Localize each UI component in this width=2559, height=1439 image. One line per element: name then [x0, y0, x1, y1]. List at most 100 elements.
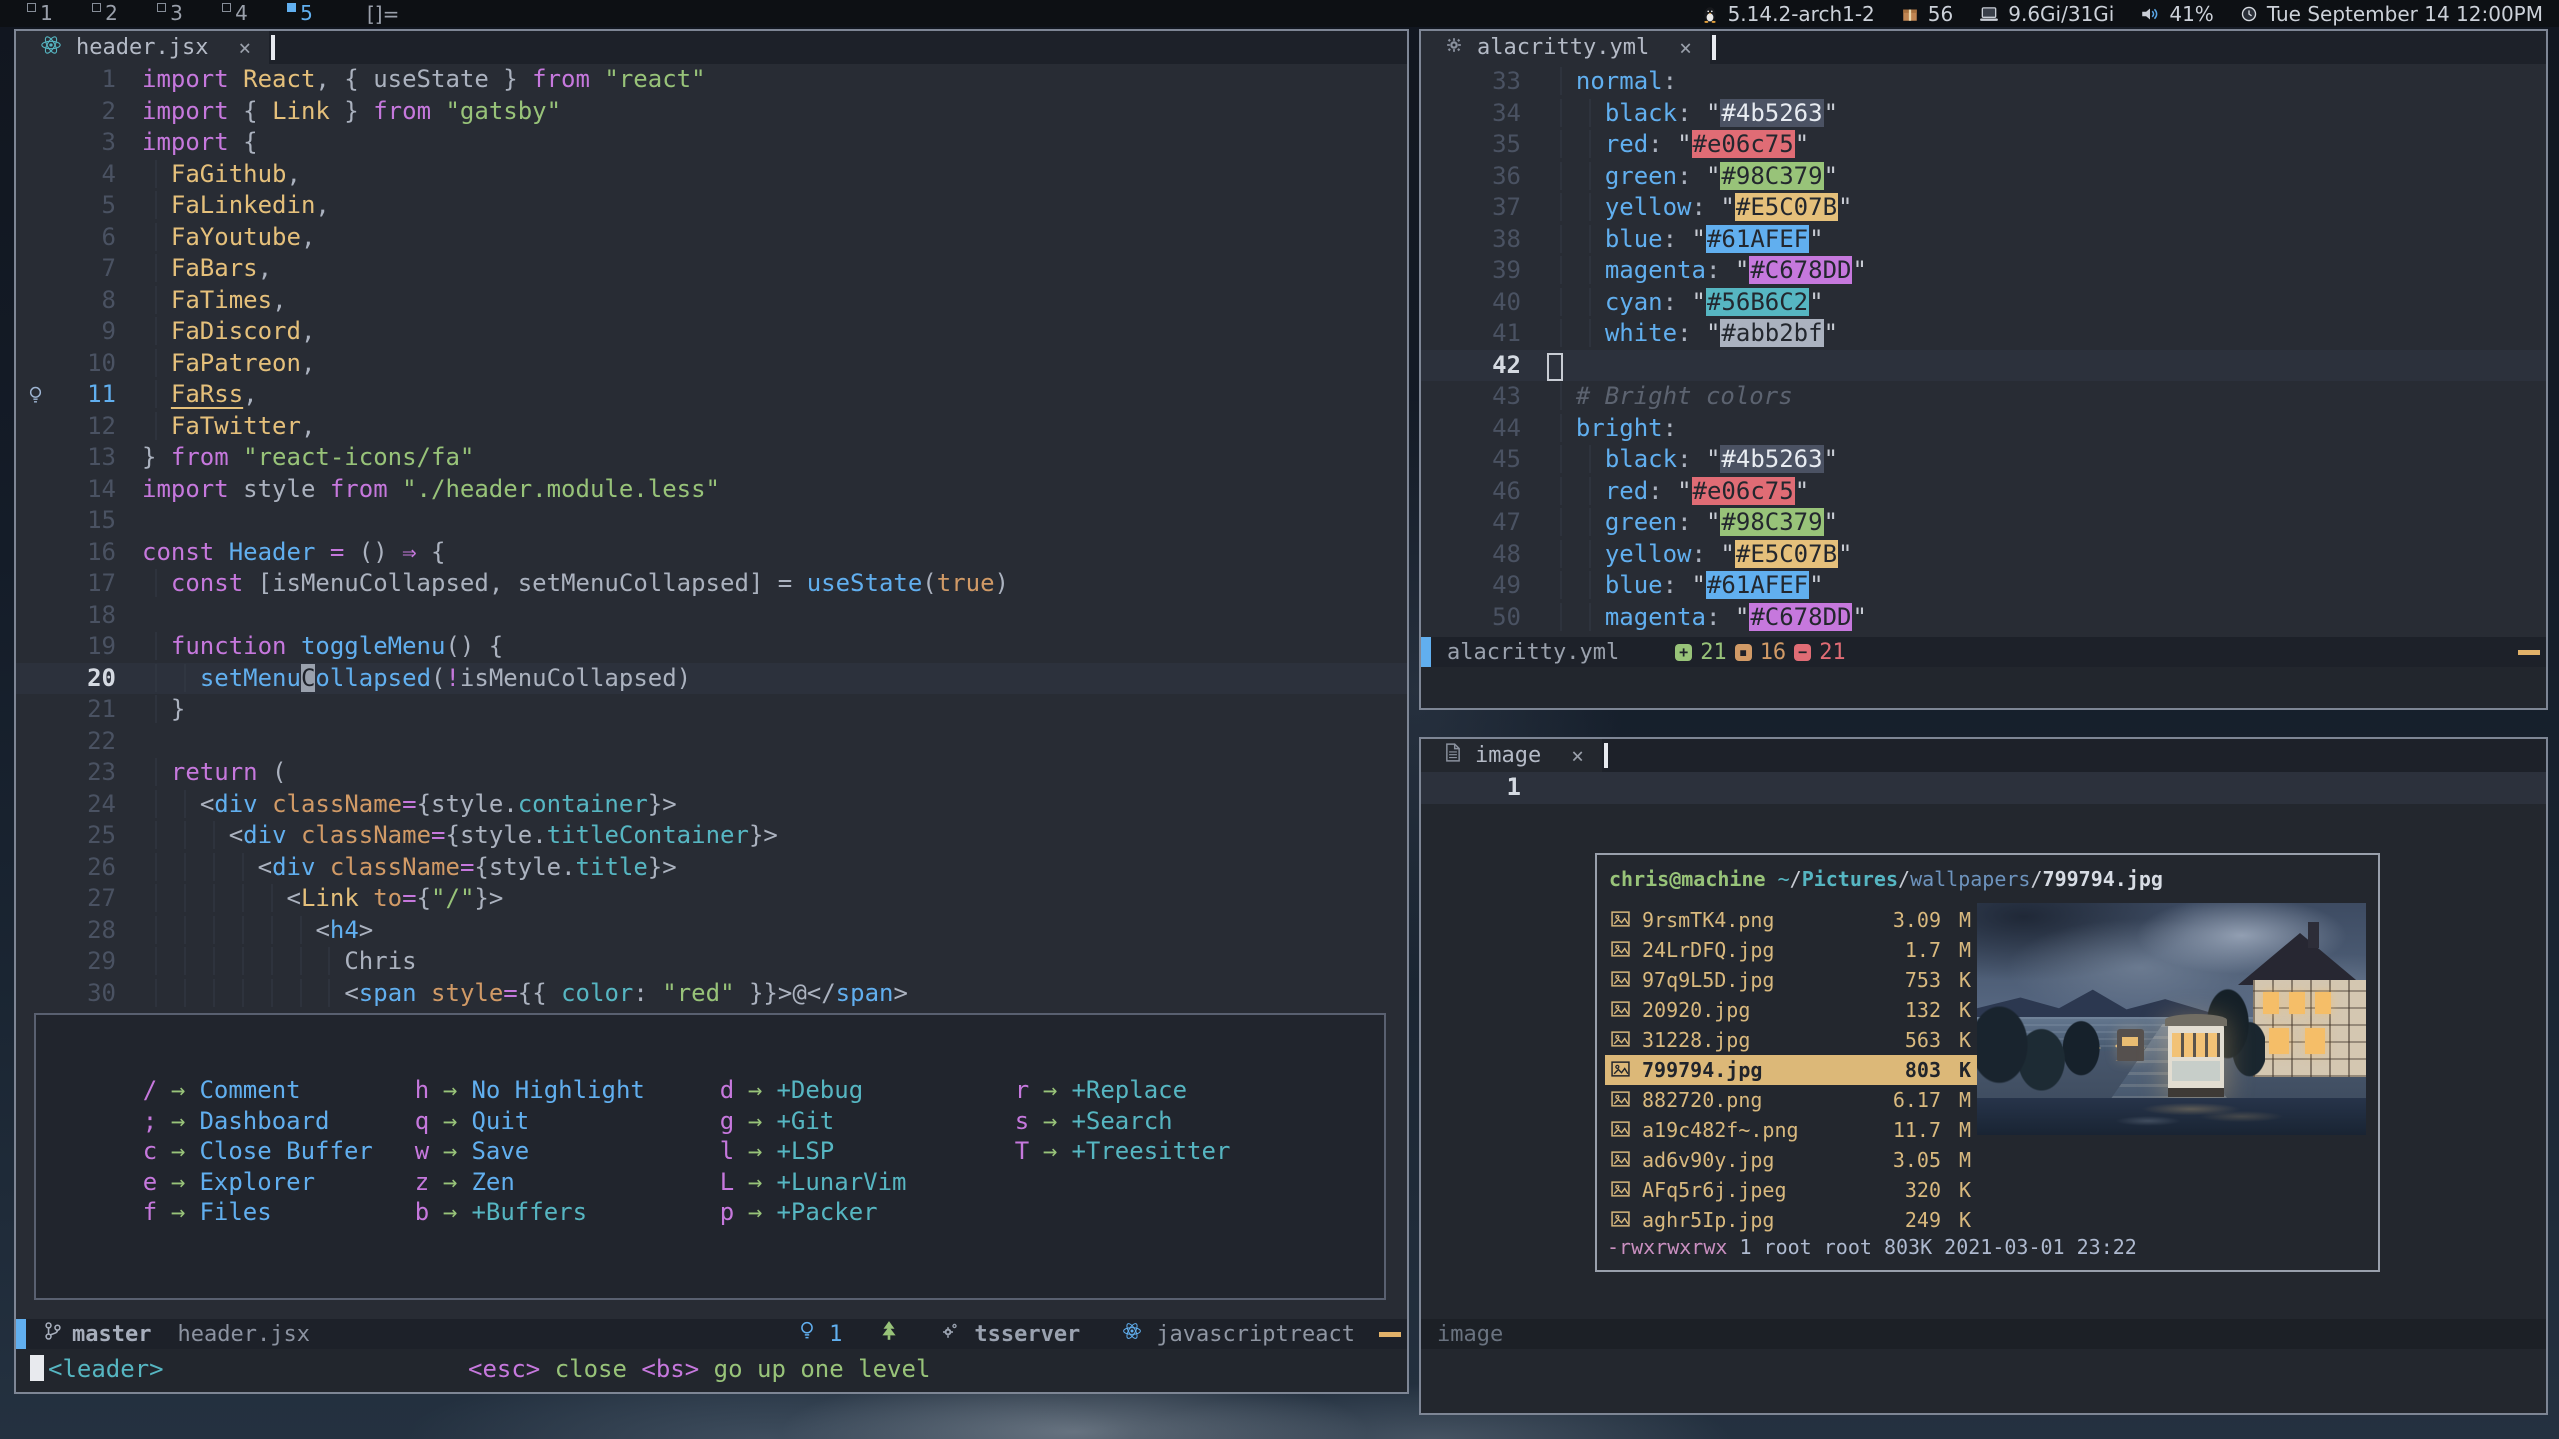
code-line-23[interactable]: 23 return (	[16, 757, 1407, 789]
which-key-item[interactable]: d→+Debug	[718, 1075, 907, 1106]
code-line-25[interactable]: 25 <div className={style.titleContainer}…	[16, 820, 1407, 852]
code-line-14[interactable]: 14import style from "./header.module.les…	[16, 474, 1407, 506]
code-line-3[interactable]: 3import {	[16, 127, 1407, 159]
which-key-item[interactable]: ;→Dashboard	[141, 1106, 373, 1137]
code-line-17[interactable]: 17 const [isMenuCollapsed, setMenuCollap…	[16, 568, 1407, 600]
code-text: yellow: "#E5C07B"	[1547, 192, 1852, 224]
code-line-1[interactable]: 1import React, { useState } from "react"	[16, 64, 1407, 96]
tab-image[interactable]: image ×	[1421, 739, 1602, 772]
code-line-16[interactable]: 16const Header = () ⇒ {	[16, 537, 1407, 569]
workspace-tag-5[interactable]: 5	[274, 0, 339, 27]
code-line-50[interactable]: 50 magenta: "#C678DD"	[1421, 602, 2546, 634]
code-line-37[interactable]: 37 yellow: "#E5C07B"	[1421, 192, 2546, 224]
workspace-tag-3[interactable]: 3	[144, 0, 209, 27]
code-line-6[interactable]: 6 FaYoutube,	[16, 222, 1407, 254]
code-line-35[interactable]: 35 red: "#e06c75"	[1421, 129, 2546, 161]
line-number: 40	[1421, 287, 1547, 319]
code-line-34[interactable]: 34 black: "#4b5263"	[1421, 98, 2546, 130]
arrow-icon: →	[748, 1168, 762, 1196]
code-line-27[interactable]: 27 <Link to={"/"}>	[16, 883, 1407, 915]
code-line-4[interactable]: 4 FaGithub,	[16, 159, 1407, 191]
code-line-36[interactable]: 36 green: "#98C379"	[1421, 161, 2546, 193]
which-key-item[interactable]: l→+LSP	[718, 1136, 907, 1167]
file-row-selected[interactable]: 799794.jpg803K	[1605, 1055, 1977, 1085]
mapping-label: +Packer	[776, 1198, 877, 1226]
code-line-26[interactable]: 26 <div className={style.title}>	[16, 852, 1407, 884]
which-key-item[interactable]: p→+Packer	[718, 1197, 907, 1228]
file-row[interactable]: aghr5Ip.jpg249K	[1605, 1205, 1977, 1235]
close-icon[interactable]: ×	[238, 36, 251, 60]
code-line-20[interactable]: 20 setMenuCollapsed(!isMenuCollapsed)	[16, 663, 1407, 695]
code-line-15[interactable]: 15	[16, 505, 1407, 537]
file-row[interactable]: ad6v90y.jpg3.05M	[1605, 1145, 1977, 1175]
workspace-tag-1[interactable]: 1	[14, 0, 79, 27]
code-line-18[interactable]: 18	[16, 600, 1407, 632]
close-icon[interactable]: ×	[1571, 744, 1584, 768]
which-key-item[interactable]: s→+Search	[1013, 1106, 1230, 1137]
color-swatch: #4b5263	[1720, 445, 1823, 473]
tab-header-jsx[interactable]: header.jsx ×	[16, 31, 269, 64]
terminal-line[interactable]: 1	[1421, 772, 2546, 804]
close-icon[interactable]: ×	[1679, 36, 1692, 60]
tab-alacritty-yml[interactable]: alacritty.yml ×	[1421, 31, 1710, 64]
file-size: 563	[1821, 1028, 1941, 1052]
code-line-29[interactable]: 29 Chris	[16, 946, 1407, 978]
code-line-21[interactable]: 21 }	[16, 694, 1407, 726]
which-key-item[interactable]: /→Comment	[141, 1075, 373, 1106]
code-line-13[interactable]: 13} from "react-icons/fa"	[16, 442, 1407, 474]
code-line-8[interactable]: 8 FaTimes,	[16, 285, 1407, 317]
code-line-19[interactable]: 19 function toggleMenu() {	[16, 631, 1407, 663]
file-row[interactable]: 24LrDFQ.jpg1.7M	[1605, 935, 1977, 965]
code-line-49[interactable]: 49 blue: "#61AFEF"	[1421, 570, 2546, 602]
file-row[interactable]: 20920.jpg132K	[1605, 995, 1977, 1025]
which-key-item[interactable]: b→+Buffers	[413, 1197, 645, 1228]
which-key-item[interactable]: r→+Replace	[1013, 1075, 1230, 1106]
code-line-9[interactable]: 9 FaDiscord,	[16, 316, 1407, 348]
code-line-24[interactable]: 24 <div className={style.container}>	[16, 789, 1407, 821]
file-row[interactable]: AFq5r6j.jpeg320K	[1605, 1175, 1977, 1205]
code-line-7[interactable]: 7 FaBars,	[16, 253, 1407, 285]
key: f	[141, 1197, 159, 1228]
code-line-5[interactable]: 5 FaLinkedin,	[16, 190, 1407, 222]
file-row[interactable]: 9rsmTK4.png3.09M	[1605, 905, 1977, 935]
code-line-28[interactable]: 28 <h4>	[16, 915, 1407, 947]
code-line-10[interactable]: 10 FaPatreon,	[16, 348, 1407, 380]
which-key-item[interactable]: g→+Git	[718, 1106, 907, 1137]
workspace-tag-2[interactable]: 2	[79, 0, 144, 27]
code-line-12[interactable]: 12 FaTwitter,	[16, 411, 1407, 443]
which-key-item[interactable]: T→+Treesitter	[1013, 1136, 1230, 1167]
code-line-48[interactable]: 48 yellow: "#E5C07B"	[1421, 539, 2546, 571]
workspace-tag-4[interactable]: 4	[209, 0, 274, 27]
code-line-39[interactable]: 39 magenta: "#C678DD"	[1421, 255, 2546, 287]
which-key-item[interactable]: e→Explorer	[141, 1167, 373, 1198]
which-key-item[interactable]: L→+LunarVim	[718, 1167, 907, 1198]
code-line-46[interactable]: 46 red: "#e06c75"	[1421, 476, 2546, 508]
code-line-45[interactable]: 45 black: "#4b5263"	[1421, 444, 2546, 476]
file-size-unit: K	[1941, 1028, 1977, 1052]
file-row[interactable]: 31228.jpg563K	[1605, 1025, 1977, 1055]
code-line-44[interactable]: 44 bright:	[1421, 413, 2546, 445]
which-key-item[interactable]: f→Files	[141, 1197, 373, 1228]
code-line-40[interactable]: 40 cyan: "#56B6C2"	[1421, 287, 2546, 319]
code-line-38[interactable]: 38 blue: "#61AFEF"	[1421, 224, 2546, 256]
code-line-41[interactable]: 41 white: "#abb2bf"	[1421, 318, 2546, 350]
which-key-item[interactable]: c→Close Buffer	[141, 1136, 373, 1167]
code-line-33[interactable]: 33 normal:	[1421, 66, 2546, 98]
code-line-42[interactable]: 42	[1421, 350, 2546, 382]
code-line-2[interactable]: 2import { Link } from "gatsby"	[16, 96, 1407, 128]
file-row[interactable]: 882720.png6.17M	[1605, 1085, 1977, 1115]
code-line-43[interactable]: 43 # Bright colors	[1421, 381, 2546, 413]
git-added-count: 21	[1700, 640, 1727, 665]
which-key-item[interactable]: z→Zen	[413, 1167, 645, 1198]
file-name: aghr5Ip.jpg	[1642, 1208, 1821, 1232]
which-key-item[interactable]: h→No Highlight	[413, 1075, 645, 1106]
which-key-item[interactable]: q→Quit	[413, 1106, 645, 1137]
code-text: const [isMenuCollapsed, setMenuCollapsed…	[142, 568, 1009, 600]
file-row[interactable]: a19c482f~.png11.7M	[1605, 1115, 1977, 1145]
code-line-30[interactable]: 30 <span style={{ color: "red" }}>@</spa…	[16, 978, 1407, 1010]
file-row[interactable]: 97q9L5D.jpg753K	[1605, 965, 1977, 995]
code-line-22[interactable]: 22	[16, 726, 1407, 758]
code-line-47[interactable]: 47 green: "#98C379"	[1421, 507, 2546, 539]
which-key-item[interactable]: w→Save	[413, 1136, 645, 1167]
code-line-11[interactable]: 11 FaRss,	[16, 379, 1407, 411]
